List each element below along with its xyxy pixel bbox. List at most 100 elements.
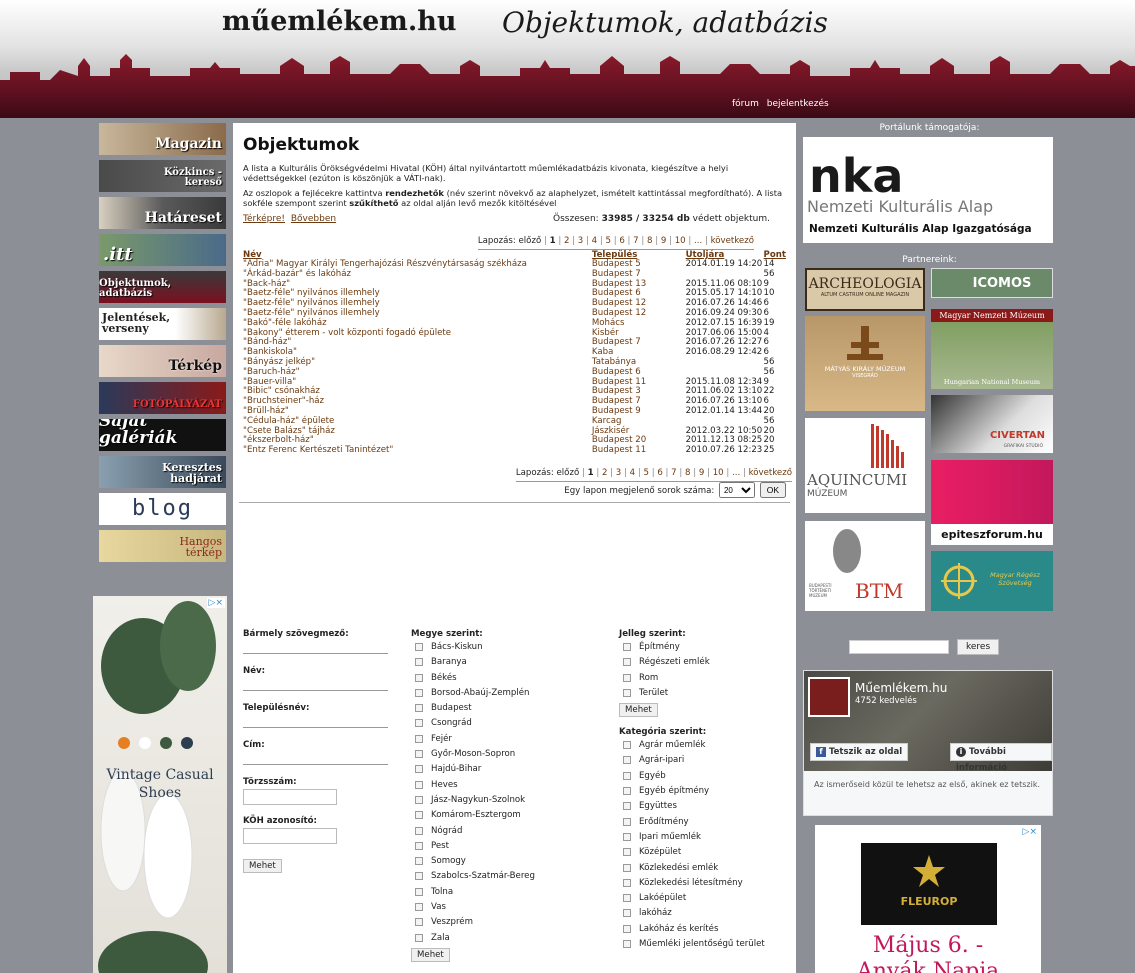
- partner-magyar-regesz-szovetseg[interactable]: Magyar Régész Szövetség: [931, 551, 1053, 611]
- filter-option[interactable]: Rom: [619, 673, 794, 688]
- pager-page[interactable]: 8: [647, 236, 652, 246]
- filter-checkbox[interactable]: [623, 756, 631, 765]
- filter-checkbox[interactable]: [623, 817, 631, 826]
- more-link[interactable]: Bővebben: [291, 214, 336, 224]
- pager-page[interactable]: 5: [605, 236, 610, 246]
- nav-jelentesek[interactable]: Jelentések, verseny: [99, 308, 226, 340]
- partner-civertan[interactable]: CIVERTAN GRAFIKAI STÚDIÓ: [931, 395, 1053, 453]
- partner-btm[interactable]: BUDAPESTI TÖRTÉNETI MÚZEUM BTM: [805, 521, 925, 611]
- filter-checkbox[interactable]: [415, 887, 423, 896]
- object-name[interactable]: "Entz Ferenc Kertészeti Tanintézet": [243, 445, 592, 456]
- pager-page[interactable]: 4: [630, 468, 635, 478]
- pager-page[interactable]: 10: [675, 236, 686, 246]
- filter-option[interactable]: Egyéb építmény: [619, 786, 794, 801]
- table-row[interactable]: "Entz Ferenc Kertészeti Tanintézet" Budap…: [243, 445, 786, 456]
- filter-checkbox[interactable]: [623, 658, 631, 667]
- rows-per-page-select[interactable]: 20: [718, 482, 755, 499]
- ok-button[interactable]: OK: [759, 481, 786, 498]
- ad-choices-icon[interactable]: ▷×: [1020, 827, 1039, 837]
- filter-checkbox[interactable]: [415, 795, 423, 804]
- filter-checkbox[interactable]: [415, 826, 423, 835]
- filter-option[interactable]: Tolna: [411, 887, 601, 902]
- site-name[interactable]: műemlékem.hu: [222, 6, 457, 37]
- filter-option[interactable]: Budapest: [411, 703, 601, 718]
- settlement-input[interactable]: [243, 713, 388, 728]
- partner-magyar-nemzeti-muzeum[interactable]: Magyar Nemzeti Múzeum Hungarian National…: [931, 309, 1053, 389]
- filter-checkbox[interactable]: [415, 841, 423, 850]
- address-input[interactable]: [243, 750, 388, 765]
- filter-option[interactable]: Hajdú-Bihar: [411, 764, 601, 779]
- text-filter-submit[interactable]: Mehet: [243, 859, 282, 873]
- login-link[interactable]: bejelentkezés: [767, 99, 829, 109]
- nav-hatareset[interactable]: Határeset: [99, 197, 226, 229]
- filter-option[interactable]: Agrár-ipari: [619, 755, 794, 770]
- filter-option[interactable]: Komárom-Esztergom: [411, 810, 601, 825]
- facebook-info-button[interactable]: i További információ: [950, 743, 1052, 773]
- filter-option[interactable]: Agrár műemlék: [619, 740, 794, 755]
- search-input[interactable]: [849, 640, 949, 654]
- pager-page[interactable]: ...: [732, 468, 740, 478]
- filter-option[interactable]: Egyéb: [619, 771, 794, 786]
- nav-keresztes[interactable]: Keresztes hadjárat: [99, 456, 226, 488]
- facebook-page-avatar[interactable]: [808, 677, 850, 717]
- filter-option[interactable]: Bács-Kiskun: [411, 642, 601, 657]
- filter-option[interactable]: Csongrád: [411, 718, 601, 733]
- filter-checkbox[interactable]: [415, 673, 423, 682]
- filter-checkbox[interactable]: [415, 918, 423, 927]
- nav-magazin[interactable]: Magazin: [99, 123, 226, 155]
- pager-page[interactable]: 1: [550, 236, 556, 246]
- filter-option[interactable]: Borsod-Abaúj-Zemplén: [411, 688, 601, 703]
- filter-option[interactable]: Lakóépület: [619, 893, 794, 908]
- filter-option[interactable]: Zala: [411, 933, 601, 948]
- filter-checkbox[interactable]: [623, 848, 631, 857]
- filter-checkbox[interactable]: [415, 857, 423, 866]
- nav-blog[interactable]: blog: [99, 493, 226, 525]
- object-name[interactable]: "Bakony" étterem - volt központi fogadó …: [243, 328, 592, 339]
- filter-checkbox[interactable]: [415, 811, 423, 820]
- filter-checkbox[interactable]: [415, 719, 423, 728]
- pager-page[interactable]: 2: [602, 468, 607, 478]
- filter-checkbox[interactable]: [623, 940, 631, 949]
- filter-checkbox[interactable]: [623, 787, 631, 796]
- filter-option[interactable]: Lakóház és kerítés: [619, 924, 794, 939]
- pager-page[interactable]: 7: [671, 468, 676, 478]
- filter-option[interactable]: Vas: [411, 902, 601, 917]
- pager-next[interactable]: következő: [749, 468, 792, 478]
- table-row[interactable]: "Bankiskola" Kaba 2016.08.29 12:42 6: [243, 347, 786, 358]
- filter-checkbox[interactable]: [623, 924, 631, 933]
- pager-page[interactable]: 2: [564, 236, 569, 246]
- nav-objektumok[interactable]: Objektumok, adatbázis: [99, 271, 226, 303]
- partner-matyas-kiraly-muzeum[interactable]: MÁTYÁS KIRÁLY MÚZEUM VISEGRÁD: [805, 316, 925, 411]
- pager-page[interactable]: 8: [685, 468, 690, 478]
- filter-option[interactable]: Régészeti emlék: [619, 657, 794, 672]
- facebook-page-name[interactable]: Műemlékem.hu: [855, 681, 947, 695]
- filter-option[interactable]: Együttes: [619, 801, 794, 816]
- ad-choices-icon[interactable]: ▷×: [206, 598, 225, 608]
- filter-option[interactable]: Építmény: [619, 642, 794, 657]
- filter-checkbox[interactable]: [415, 765, 423, 774]
- pager-page[interactable]: 7: [633, 236, 638, 246]
- table-row[interactable]: "Bányász jelkép" Tatabánya 56: [243, 357, 786, 368]
- nav-kozkincs[interactable]: Közkincs -kereső: [99, 160, 226, 192]
- filter-option[interactable]: Nógrád: [411, 826, 601, 841]
- filter-checkbox[interactable]: [623, 832, 631, 841]
- filter-option[interactable]: Békés: [411, 673, 601, 688]
- filter-option[interactable]: Jász-Nagykun-Szolnok: [411, 795, 601, 810]
- pager-page[interactable]: 4: [592, 236, 597, 246]
- pager-page[interactable]: 3: [578, 236, 583, 246]
- right-ad-banner[interactable]: ▷× FLEUROP Május 6. - Anyák Napja: [815, 825, 1041, 973]
- filter-checkbox[interactable]: [623, 771, 631, 780]
- nav-terkep[interactable]: Térkép: [99, 345, 226, 377]
- filter-checkbox[interactable]: [415, 872, 423, 881]
- filter-checkbox[interactable]: [415, 750, 423, 759]
- filter-checkbox[interactable]: [623, 863, 631, 872]
- filter-checkbox[interactable]: [623, 878, 631, 887]
- filter-checkbox[interactable]: [623, 643, 631, 651]
- filter-option[interactable]: Fejér: [411, 734, 601, 749]
- pager-page[interactable]: 6: [657, 468, 662, 478]
- filter-option[interactable]: Veszprém: [411, 917, 601, 932]
- filter-option[interactable]: Középület: [619, 847, 794, 862]
- filter-checkbox[interactable]: [623, 802, 631, 811]
- filter-checkbox[interactable]: [623, 688, 631, 697]
- filter-option[interactable]: Somogy: [411, 856, 601, 871]
